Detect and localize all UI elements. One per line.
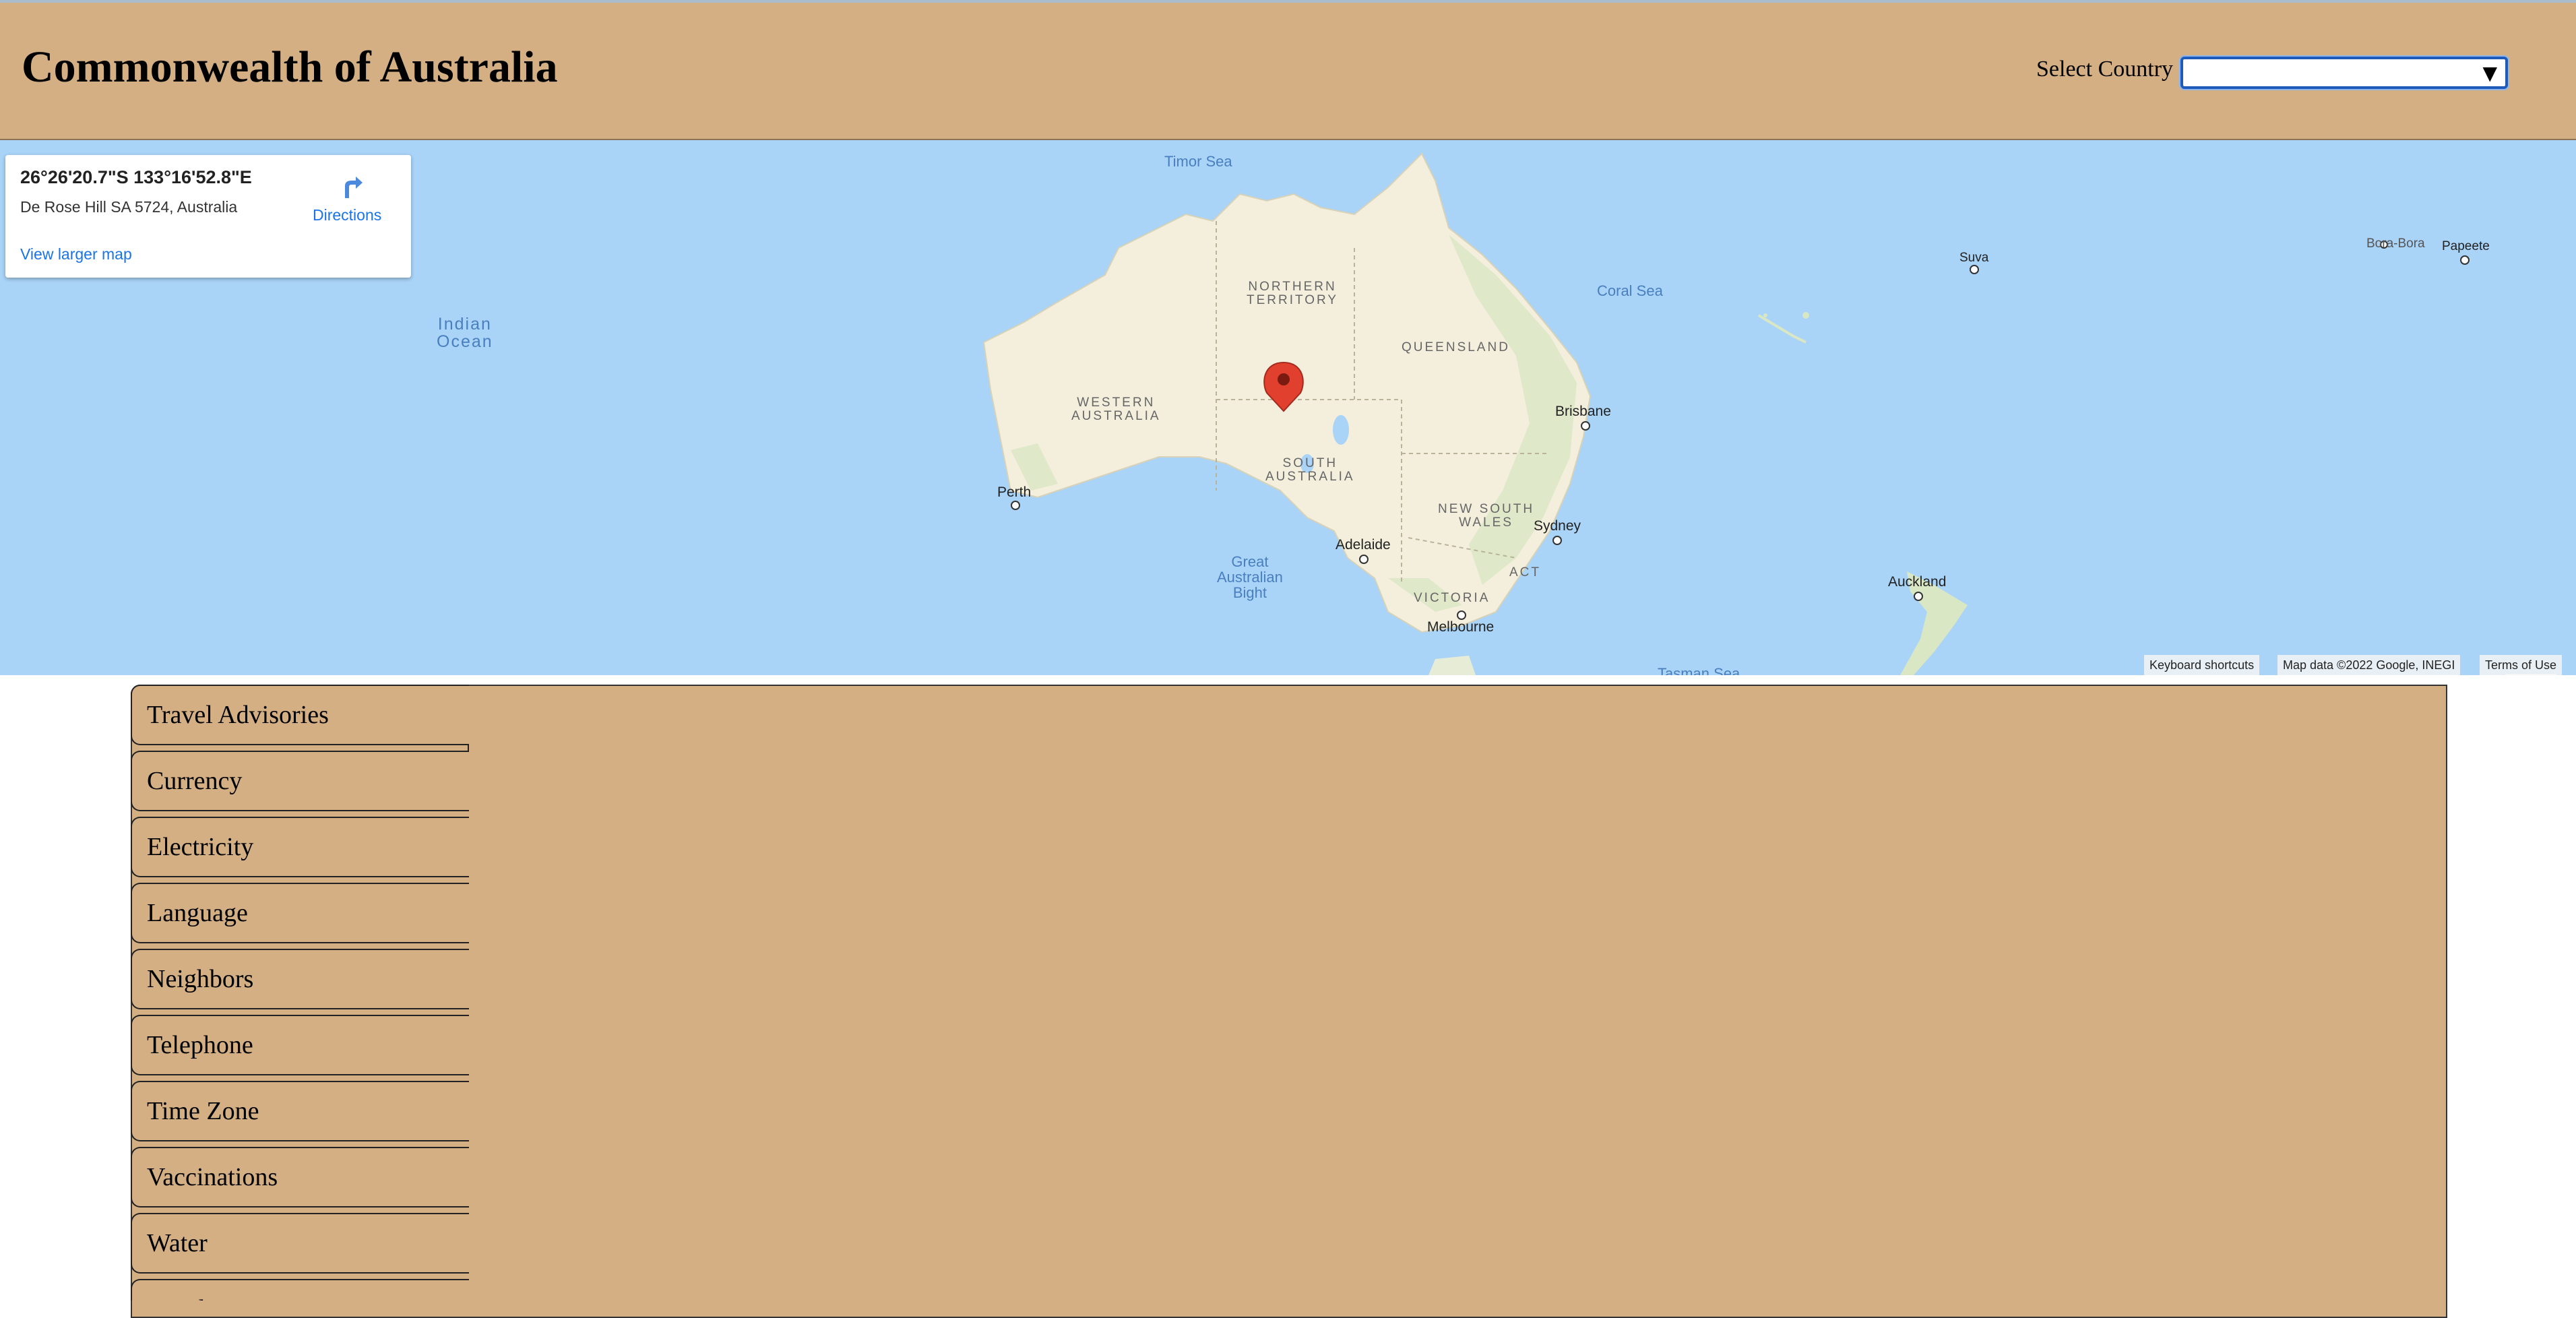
map-city-brisbane: Brisbane [1555,404,1611,419]
map-city-perth: Perth [997,484,1032,500]
map-city-auckland: Auckland [1888,574,1947,590]
map-label-victoria: VICTORIA [1414,591,1490,605]
map-label-great-australian-bight: Great Australian Bight [1217,554,1283,600]
map-city-adelaide: Adelaide [1336,537,1391,553]
page-header: Commonwealth of Australia Select Country… [0,3,2576,140]
tab-neighbors[interactable]: Neighbors [131,949,469,1009]
tab-telephone[interactable]: Telephone [131,1015,469,1075]
map-data-attribution: Map data ©2022 Google, INEGI [2277,655,2461,675]
city-dot-adelaide [1359,555,1369,564]
country-info-panel [131,685,2447,1318]
tab-language[interactable]: Language [131,883,469,943]
country-select[interactable]: ▼ [2180,57,2508,89]
map-label-northern-territory: NORTHERN TERRITORY [1247,280,1338,307]
triangle-down-icon: ▼ [2482,62,2497,84]
map-label-indian-ocean-line1: Indian [437,315,492,334]
map-label-south-australia: SOUTH AUSTRALIA [1265,457,1355,484]
tab-weather[interactable]: Weather [131,1279,469,1300]
map-info-card: 26°26'20.7"S 133°16'52.8"E De Rose Hill … [5,155,411,278]
tab-electricity[interactable]: Electricity [131,817,469,877]
directions-icon[interactable] [336,171,365,201]
map-label-tasman-sea: Tasman Sea [1658,665,1740,675]
city-dot-perth [1011,501,1020,510]
map-label-act: ACT [1509,565,1541,579]
view-larger-map-link[interactable]: View larger map [20,245,132,263]
map-label-indian-ocean-line2: Ocean [437,332,493,352]
map-label-coral-sea: Coral Sea [1597,282,1663,299]
page-title: Commonwealth of Australia [22,42,558,92]
tab-divider [468,745,469,751]
map-label-indian-ocean: Indian Ocean [437,315,493,351]
map-label-timor-sea: Timor Sea [1164,153,1232,170]
city-dot-papeete [2460,255,2470,265]
map-label-bight-line2: Australian [1217,569,1283,586]
map-label-nt-line1: NORTHERN [1248,280,1337,294]
tab-travel-advisories[interactable]: Travel Advisories [131,685,469,745]
city-dot-brisbane [1581,421,1590,431]
tab-water[interactable]: Water [131,1213,469,1274]
tab-currency[interactable]: Currency [131,751,469,811]
tasmania-landmass [1428,656,1476,675]
city-dot-sydney [1552,536,1562,545]
city-dot-suva [1970,265,1979,274]
map-label-western-australia: WESTERN AUSTRALIA [1071,396,1161,423]
city-dot-auckland [1914,592,1923,601]
terms-of-use-link[interactable]: Terms of Use [2480,655,2563,675]
select-country-label: Select Country [2036,57,2174,82]
map-city-suva: Suva [1959,251,1989,265]
map-label-wa-line1: WESTERN [1077,396,1156,410]
tab-time-zone[interactable]: Time Zone [131,1081,469,1141]
map-label-bight-line1: Great [1231,553,1269,570]
directions-link[interactable]: Directions [313,206,381,224]
map-label-sa-line1: SOUTH [1282,456,1338,470]
map-label-nt-line2: TERRITORY [1247,292,1339,307]
keyboard-shortcuts-link[interactable]: Keyboard shortcuts [2144,655,2260,675]
map-label-queensland: QUEENSLAND [1402,340,1510,354]
map-city-papeete: Papeete [2442,239,2490,253]
address-text: De Rose Hill SA 5724, Australia [20,198,238,216]
map-city-bora-bora: Bora-Bora [2366,237,2425,251]
coordinates-text: 26°26'20.7"S 133°16'52.8"E [20,167,252,187]
map-city-melbourne: Melbourne [1427,619,1495,635]
map-label-bight-line3: Bight [1232,584,1267,602]
city-dot-melbourne [1457,610,1466,620]
map-label-nsw-line1: NEW SOUTH [1438,502,1535,516]
map-label-nsw-line2: WALES [1459,515,1513,530]
map-label-sa-line2: AUSTRALIA [1265,469,1355,484]
map-label-new-south-wales: NEW SOUTH WALES [1438,503,1534,530]
map-city-sydney: Sydney [1534,518,1581,534]
map-label-wa-line2: AUSTRALIA [1071,408,1161,423]
tab-vaccinations[interactable]: Vaccinations [131,1147,469,1207]
